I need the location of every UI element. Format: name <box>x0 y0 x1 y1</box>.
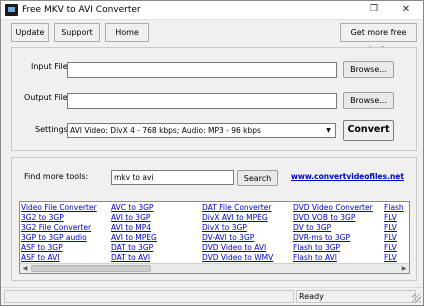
tool-link[interactable]: AVC to 3GP <box>111 203 153 212</box>
status-text: Ready <box>299 292 324 301</box>
window-title: Free MKV to AVI Converter <box>22 5 141 15</box>
tools-links-list: Video File Converter 3G2 to 3GP 3G2 File… <box>19 201 410 274</box>
home-button[interactable]: Home <box>105 23 149 42</box>
tool-link[interactable]: DVD VOB to 3GP <box>293 213 355 222</box>
find-tools-panel: Find more tools: mkv to avi Search www.c… <box>11 157 417 281</box>
settings-label: Settings <box>35 125 68 134</box>
tool-link[interactable]: Flash to AVI <box>293 253 337 262</box>
arrow-left-icon[interactable]: ◀ <box>20 264 30 273</box>
app-window: Free MKV to AVI Converter ❐ ✕ Update Sup… <box>0 0 424 306</box>
input-file-label: Input File <box>31 62 68 71</box>
tool-link[interactable]: DV-AVI to 3GP <box>202 233 254 242</box>
tool-link[interactable]: FLV <box>384 233 397 242</box>
tool-link[interactable]: DAT to 3GP <box>111 243 153 252</box>
tool-link[interactable]: 3GP to 3GP audio <box>21 233 87 242</box>
title-bar: Free MKV to AVI Converter ❐ ✕ <box>1 1 423 20</box>
tool-link[interactable]: Video File Converter <box>21 203 97 212</box>
tool-link[interactable]: DVD Video to WMV <box>202 253 273 262</box>
tool-link[interactable]: AVI to 3GP <box>111 213 150 222</box>
arrow-right-icon[interactable]: ▶ <box>399 264 409 273</box>
browse-input-button[interactable]: Browse... <box>343 61 394 78</box>
tool-link[interactable]: FLV <box>384 223 397 232</box>
app-icon <box>5 4 18 16</box>
search-button[interactable]: Search <box>237 170 278 186</box>
tool-link[interactable]: ASF to 3GP <box>21 243 63 252</box>
restore-button[interactable]: ❐ <box>363 2 385 17</box>
tool-link[interactable]: Flash to 3GP <box>293 243 340 252</box>
tool-link[interactable]: DivX AVI to MPEG <box>202 213 268 222</box>
tool-link[interactable]: Flash <box>384 203 404 212</box>
find-tools-label: Find more tools: <box>24 172 89 181</box>
tool-link[interactable]: FLV <box>384 253 397 262</box>
tool-link[interactable]: DAT File Converter <box>202 203 271 212</box>
tool-link[interactable]: DivX to 3GP <box>202 223 247 232</box>
support-button[interactable]: Support <box>54 23 100 42</box>
tools-search-input[interactable]: mkv to avi <box>111 170 234 185</box>
tool-link[interactable]: AVI to MPEG <box>111 233 157 242</box>
output-file-field[interactable] <box>67 93 337 109</box>
tool-link[interactable]: FLV <box>384 213 397 222</box>
tool-link[interactable]: DVR-ms to 3GP <box>293 233 350 242</box>
tool-link[interactable]: 3G2 File Converter <box>21 223 91 232</box>
browse-output-button[interactable]: Browse... <box>343 92 394 109</box>
tool-link[interactable]: FLV <box>384 243 397 252</box>
input-file-field[interactable] <box>67 62 337 78</box>
tool-link[interactable]: DVD Video to AVI <box>202 243 266 252</box>
horizontal-scrollbar[interactable]: ◀ ▶ <box>20 263 409 273</box>
tool-link[interactable]: 3G2 to 3GP <box>21 213 64 222</box>
resize-grip-icon[interactable] <box>412 294 421 303</box>
close-button[interactable]: ✕ <box>392 2 420 17</box>
scrollbar-thumb[interactable] <box>31 265 151 272</box>
website-link[interactable]: www.convertvideofiles.net <box>291 172 404 181</box>
chevron-down-icon[interactable]: ▼ <box>323 125 334 136</box>
conversion-panel: Input File Browse... Output File Browse.… <box>11 47 417 151</box>
output-file-label: Output File <box>24 93 68 102</box>
status-progress-segment <box>4 290 294 303</box>
more-tools-button[interactable]: Get more free tools <box>340 23 417 54</box>
tool-link[interactable]: ASF to AVI <box>21 253 60 262</box>
status-bar: Ready <box>1 287 423 305</box>
tool-link[interactable]: DAT to AVI <box>111 253 150 262</box>
settings-value: AVI Video: DivX 4 - 768 kbps; Audio: MP3… <box>70 126 261 135</box>
tool-link[interactable]: DV to 3GP <box>293 223 331 232</box>
tool-link[interactable]: DVD Video Converter <box>293 203 373 212</box>
tool-link[interactable]: AVI to MP4 <box>111 223 151 232</box>
settings-select[interactable]: AVI Video: DivX 4 - 768 kbps; Audio: MP3… <box>67 123 336 138</box>
convert-button[interactable]: Convert <box>343 120 394 141</box>
update-button[interactable]: Update <box>11 23 49 42</box>
